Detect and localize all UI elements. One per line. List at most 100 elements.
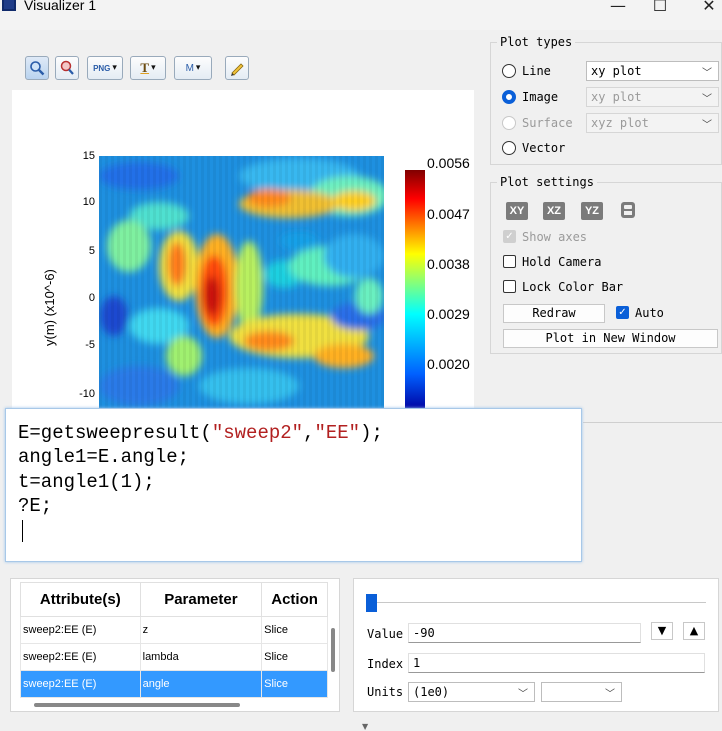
window-title: Visualizer 1 bbox=[24, 0, 97, 13]
units-label: Units bbox=[367, 685, 404, 699]
surface-radio bbox=[502, 116, 516, 130]
maximize-button[interactable]: ☐ bbox=[645, 0, 675, 16]
line-label: Line bbox=[522, 64, 551, 78]
y-tick-label: 5 bbox=[88, 245, 95, 257]
auto-checkbox[interactable]: ✓ bbox=[616, 306, 629, 319]
code-text: ); bbox=[360, 422, 383, 444]
line-radio[interactable] bbox=[502, 64, 516, 78]
vertical-scrollbar[interactable] bbox=[331, 628, 335, 672]
attribute-cell: sweep2:EE (E) bbox=[20, 616, 141, 644]
zoom-button[interactable] bbox=[25, 56, 49, 80]
chevron-down-icon: ﹀ bbox=[702, 94, 712, 105]
index-label: Index bbox=[367, 657, 404, 671]
chevron-down-icon: ▾ bbox=[112, 63, 117, 73]
vector-label: Vector bbox=[522, 141, 566, 155]
view-yz-button[interactable]: YZ bbox=[581, 202, 603, 220]
table-row[interactable]: sweep2:EE (E) lambda Slice bbox=[20, 643, 328, 671]
increment-button[interactable]: ▲ bbox=[683, 622, 705, 640]
parameter-cell: lambda bbox=[139, 643, 263, 671]
colorbar-tick-label: 0.0020 bbox=[427, 356, 470, 372]
script-line: t=angle1(1); bbox=[18, 471, 155, 493]
view-xz-button[interactable]: XZ bbox=[543, 202, 565, 220]
code-text: E=getsweepresult( bbox=[18, 422, 212, 444]
redraw-button[interactable]: Redraw bbox=[503, 304, 605, 323]
hold-camera-checkbox[interactable] bbox=[503, 255, 516, 268]
script-line: angle1=E.angle; bbox=[18, 446, 190, 468]
action-cell[interactable]: Slice bbox=[261, 670, 328, 698]
heatmap-image bbox=[99, 156, 384, 410]
plot-settings-title: Plot settings bbox=[497, 175, 597, 189]
column-header-attributes[interactable]: Attribute(s) bbox=[20, 582, 141, 617]
title-bar: Visualizer 1 — ☐ ✕ bbox=[0, 0, 722, 30]
text-icon: T bbox=[140, 60, 150, 75]
plot-types-title: Plot types bbox=[497, 35, 576, 49]
text-tool-button[interactable]: T ▾ bbox=[130, 56, 166, 80]
image-label: Image bbox=[522, 90, 559, 104]
png-icon: PNG bbox=[93, 63, 111, 73]
pointer-icon bbox=[60, 60, 74, 75]
magnifier-icon bbox=[30, 61, 45, 76]
colorbar-tick-label: 0.0056 bbox=[427, 155, 470, 171]
marker-icon: M bbox=[185, 62, 194, 74]
units-select-value: (1e0) bbox=[413, 685, 450, 699]
value-label: Value bbox=[367, 627, 404, 641]
lock-icon bbox=[621, 202, 635, 218]
value-field[interactable]: -90 bbox=[408, 623, 641, 643]
chevron-down-icon: ﹀ bbox=[518, 689, 528, 700]
colorbar bbox=[405, 170, 425, 410]
attribute-cell: sweep2:EE (E) bbox=[20, 670, 141, 698]
view-xy-button[interactable]: XY bbox=[506, 202, 528, 220]
vector-radio[interactable] bbox=[502, 141, 516, 155]
plot-new-window-button[interactable]: Plot in New Window bbox=[503, 329, 718, 348]
chevron-down-icon: ﹀ bbox=[605, 689, 615, 700]
lock-color-bar-checkbox[interactable] bbox=[503, 280, 516, 293]
colorbar-tick-label: 0.0047 bbox=[427, 206, 470, 222]
table-row-selected[interactable]: sweep2:EE (E) angle Slice bbox=[20, 670, 328, 698]
text-caret bbox=[22, 520, 23, 542]
divider bbox=[583, 422, 722, 423]
chevron-down-icon[interactable]: ▼ bbox=[362, 722, 368, 731]
image-plot-select: xy plot ﹀ bbox=[586, 87, 719, 107]
minimize-button[interactable]: — bbox=[603, 0, 633, 16]
lock-view-button[interactable] bbox=[620, 201, 636, 219]
surface-plot-select: xyz plot ﹀ bbox=[586, 113, 719, 133]
pencil-button[interactable] bbox=[225, 56, 249, 80]
script-editor[interactable]: E=getsweepresult("sweep2","EE"); angle1=… bbox=[5, 408, 582, 562]
script-line: E=getsweepresult("sweep2","EE"); bbox=[18, 422, 383, 444]
app-icon bbox=[2, 0, 16, 11]
table-row[interactable]: sweep2:EE (E) z Slice bbox=[20, 616, 328, 644]
surface-plot-select-value: xyz plot bbox=[591, 116, 649, 130]
decrement-button[interactable]: ▼ bbox=[651, 622, 673, 640]
pick-button[interactable] bbox=[55, 56, 79, 80]
slider-thumb[interactable] bbox=[366, 594, 377, 612]
column-header-parameter[interactable]: Parameter bbox=[139, 582, 263, 617]
lock-color-bar-label: Lock Color Bar bbox=[522, 280, 624, 294]
parameter-cell: angle bbox=[139, 670, 263, 698]
y-tick-label: 15 bbox=[82, 150, 95, 162]
string-literal: "sweep2" bbox=[211, 422, 304, 444]
attributes-table: Attribute(s) Parameter Action sweep2:EE … bbox=[20, 582, 328, 698]
image-plot-select-value: xy plot bbox=[591, 90, 642, 104]
png-export-button[interactable]: PNG ▾ bbox=[87, 56, 123, 80]
units-select[interactable]: (1e0) ﹀ bbox=[408, 682, 535, 702]
index-field[interactable]: 1 bbox=[408, 653, 705, 673]
units-secondary-select[interactable]: ﹀ bbox=[541, 682, 622, 702]
slider-track[interactable] bbox=[368, 602, 706, 603]
show-axes-label: Show axes bbox=[522, 230, 588, 244]
action-cell[interactable]: Slice bbox=[261, 643, 328, 671]
line-plot-select-value: xy plot bbox=[591, 64, 642, 78]
action-cell[interactable]: Slice bbox=[261, 616, 328, 644]
attributes-panel: Attribute(s) Parameter Action sweep2:EE … bbox=[10, 578, 340, 712]
marker-tool-button[interactable]: M ▾ bbox=[174, 56, 212, 80]
chevron-down-icon: ﹀ bbox=[702, 120, 712, 131]
column-header-action[interactable]: Action bbox=[261, 582, 328, 617]
image-radio[interactable] bbox=[502, 90, 516, 104]
show-axes-checkbox: ✓ bbox=[503, 230, 516, 243]
colorbar-tick-label: 0.0038 bbox=[427, 256, 470, 272]
close-button[interactable]: ✕ bbox=[694, 0, 722, 16]
line-plot-select[interactable]: xy plot ﹀ bbox=[586, 61, 719, 81]
chevron-down-icon: ▾ bbox=[195, 63, 201, 73]
y-tick-label: 0 bbox=[88, 292, 95, 304]
string-literal: "EE" bbox=[314, 422, 361, 444]
horizontal-scrollbar[interactable] bbox=[34, 703, 240, 707]
